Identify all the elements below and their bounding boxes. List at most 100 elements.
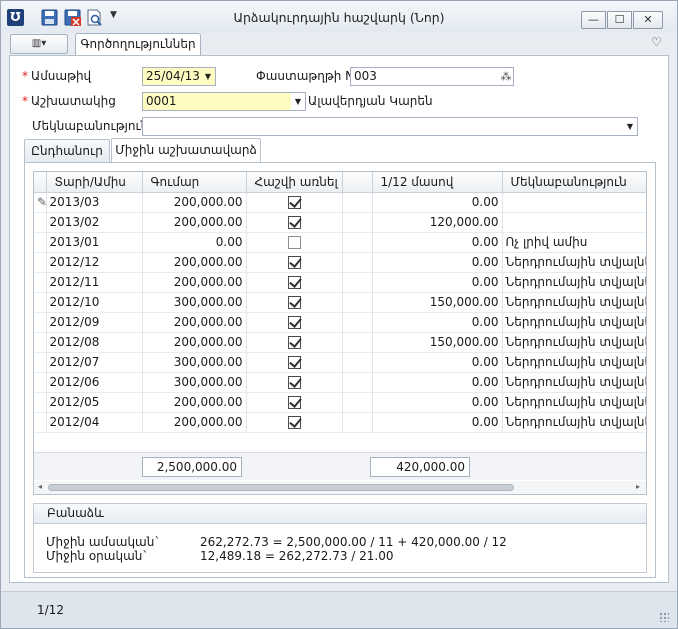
cell-month[interactable]: 2012/04 bbox=[46, 412, 143, 433]
tab-actions[interactable]: Գործողություններ bbox=[75, 33, 201, 55]
cell-amount[interactable]: 200,000.00 bbox=[142, 332, 247, 353]
table-row[interactable]: 2012/08 200,000.00 150,000.00 Ներդրումային … bbox=[34, 332, 646, 353]
include-checkbox[interactable] bbox=[287, 336, 301, 349]
cell-include[interactable] bbox=[246, 372, 343, 393]
cell-twelfth[interactable]: 0.00 bbox=[372, 372, 503, 393]
table-row[interactable]: 2012/09 200,000.00 0.00 Ներդրումային տվյալն… bbox=[34, 312, 646, 333]
comment-field[interactable]: ▼ bbox=[142, 117, 638, 136]
include-checkbox[interactable] bbox=[287, 416, 301, 429]
tab-general[interactable]: Ընդհանուր bbox=[24, 139, 110, 162]
cell-comment[interactable] bbox=[502, 192, 646, 213]
table-row[interactable]: ✎2013/03200,000.00 0.00 bbox=[34, 192, 646, 213]
cell-amount[interactable]: 200,000.00 bbox=[142, 392, 247, 413]
table-row[interactable]: 2012/05 200,000.00 0.00 Ներդրումային տվյալն… bbox=[34, 392, 646, 413]
cell-include[interactable] bbox=[246, 352, 343, 373]
cell-month[interactable]: 2012/12 bbox=[46, 252, 143, 273]
cell-month[interactable]: 2012/11 bbox=[46, 272, 143, 293]
cell-twelfth[interactable]: 0.00 bbox=[372, 412, 503, 433]
include-checkbox[interactable] bbox=[287, 316, 301, 329]
include-checkbox[interactable] bbox=[287, 356, 301, 369]
cell-amount[interactable]: 200,000.00 bbox=[142, 272, 247, 293]
cell-include[interactable] bbox=[246, 252, 343, 273]
cell-amount[interactable]: 200,000.00 bbox=[142, 312, 247, 333]
cell-month[interactable]: 2012/10 bbox=[46, 292, 143, 313]
scrollbar-thumb[interactable] bbox=[48, 484, 514, 491]
cell-twelfth[interactable]: 0.00 bbox=[372, 352, 503, 373]
application-menu-button[interactable]: ▥▾ bbox=[10, 34, 68, 54]
table-row[interactable]: 2012/07 300,000.00 0.00 Ներդրումային տվյալն… bbox=[34, 352, 646, 373]
table-row[interactable]: 2012/10 300,000.00 150,000.00 Ներդրումային … bbox=[34, 292, 646, 313]
table-row[interactable]: 2012/04 200,000.00 0.00 Ներդրումային տվյալն… bbox=[34, 412, 646, 433]
cell-blank[interactable] bbox=[342, 332, 373, 353]
include-checkbox[interactable] bbox=[287, 276, 301, 289]
cell-twelfth[interactable]: 0.00 bbox=[372, 272, 503, 293]
cell-blank[interactable] bbox=[342, 272, 373, 293]
tab-average-salary[interactable]: Միջին աշխատավարձ bbox=[111, 138, 261, 163]
cell-comment[interactable]: Ներդրումային տվյալներ bbox=[502, 332, 646, 353]
cell-twelfth[interactable]: 0.00 bbox=[372, 312, 503, 333]
cell-blank[interactable] bbox=[342, 372, 373, 393]
cell-blank[interactable] bbox=[342, 312, 373, 333]
column-header-amount[interactable]: Գումար bbox=[142, 172, 247, 193]
date-dropdown-icon[interactable]: ▼ bbox=[201, 68, 215, 85]
cell-twelfth[interactable]: 150,000.00 bbox=[372, 292, 503, 313]
cell-twelfth[interactable]: 0.00 bbox=[372, 392, 503, 413]
cell-blank[interactable] bbox=[342, 212, 373, 233]
cell-month[interactable]: 2012/09 bbox=[46, 312, 143, 333]
cell-comment[interactable]: Ներդրումային տվյալներ bbox=[502, 392, 646, 413]
cell-include[interactable] bbox=[246, 232, 343, 253]
cell-comment[interactable]: Ներդրումային տվյալներ bbox=[502, 352, 646, 373]
cell-blank[interactable] bbox=[342, 192, 373, 213]
cell-include[interactable] bbox=[246, 412, 343, 433]
ribbon-collapse-icon[interactable]: ♡ bbox=[651, 35, 662, 49]
scroll-left-icon[interactable]: ◂ bbox=[38, 482, 42, 491]
include-checkbox[interactable] bbox=[287, 236, 301, 249]
employee-dropdown-icon[interactable]: ▼ bbox=[291, 93, 305, 110]
cell-include[interactable] bbox=[246, 212, 343, 233]
cell-twelfth[interactable]: 120,000.00 bbox=[372, 212, 503, 233]
cell-blank[interactable] bbox=[342, 412, 373, 433]
include-checkbox[interactable] bbox=[287, 296, 301, 309]
cell-month[interactable]: 2012/08 bbox=[46, 332, 143, 353]
cell-blank[interactable] bbox=[342, 352, 373, 373]
cell-comment[interactable] bbox=[502, 212, 646, 233]
cell-comment[interactable]: Ներդրումային տվյալներ bbox=[502, 272, 646, 293]
cell-comment[interactable]: Ներդրումային տվյալներ bbox=[502, 252, 646, 273]
cell-comment[interactable]: Ներդրումային տվյալներ bbox=[502, 292, 646, 313]
cell-blank[interactable] bbox=[342, 252, 373, 273]
cell-amount[interactable]: 200,000.00 bbox=[142, 252, 247, 273]
cell-include[interactable] bbox=[246, 192, 343, 213]
table-row[interactable]: 2012/12 200,000.00 0.00 Ներդրումային տվյալն… bbox=[34, 252, 646, 273]
cell-twelfth[interactable]: 150,000.00 bbox=[372, 332, 503, 353]
table-row[interactable]: 2013/02 200,000.00 120,000.00 bbox=[34, 212, 646, 233]
cell-include[interactable] bbox=[246, 312, 343, 333]
cell-include[interactable] bbox=[246, 332, 343, 353]
cell-twelfth[interactable]: 0.00 bbox=[372, 232, 503, 253]
cell-twelfth[interactable]: 0.00 bbox=[372, 192, 503, 213]
minimize-button[interactable]: — bbox=[581, 11, 606, 29]
cell-blank[interactable] bbox=[342, 232, 373, 253]
resize-grip-icon[interactable] bbox=[659, 612, 669, 622]
date-field[interactable]: 25/04/13 ▼ bbox=[142, 67, 216, 86]
include-checkbox[interactable] bbox=[287, 256, 301, 269]
cell-month[interactable]: 2012/05 bbox=[46, 392, 143, 413]
table-row[interactable]: 2012/11 200,000.00 0.00 Ներդրումային տվյալն… bbox=[34, 272, 646, 293]
cell-amount[interactable]: 0.00 bbox=[142, 232, 247, 253]
cell-month[interactable]: 2012/06 bbox=[46, 372, 143, 393]
cell-month[interactable]: 2012/07 bbox=[46, 352, 143, 373]
cell-month[interactable]: 2013/03 bbox=[46, 192, 143, 213]
cell-month[interactable]: 2013/02 bbox=[46, 212, 143, 233]
maximize-button[interactable]: ☐ bbox=[607, 11, 632, 29]
cell-amount[interactable]: 300,000.00 bbox=[142, 292, 247, 313]
cell-amount[interactable]: 200,000.00 bbox=[142, 412, 247, 433]
cell-amount[interactable]: 200,000.00 bbox=[142, 192, 247, 213]
include-checkbox[interactable] bbox=[287, 376, 301, 389]
scroll-right-icon[interactable]: ▸ bbox=[636, 482, 640, 491]
close-button[interactable]: ✕ bbox=[633, 11, 663, 29]
column-header-month[interactable]: Տարի/Ամիս bbox=[46, 172, 143, 193]
include-checkbox[interactable] bbox=[287, 396, 301, 409]
cell-twelfth[interactable]: 0.00 bbox=[372, 252, 503, 273]
column-header-twelfth[interactable]: 1/12 մասով bbox=[372, 172, 503, 193]
cell-comment[interactable]: Ներդրումային տվյալներ bbox=[502, 412, 646, 433]
horizontal-scrollbar[interactable]: ◂ ▸ bbox=[34, 481, 646, 494]
